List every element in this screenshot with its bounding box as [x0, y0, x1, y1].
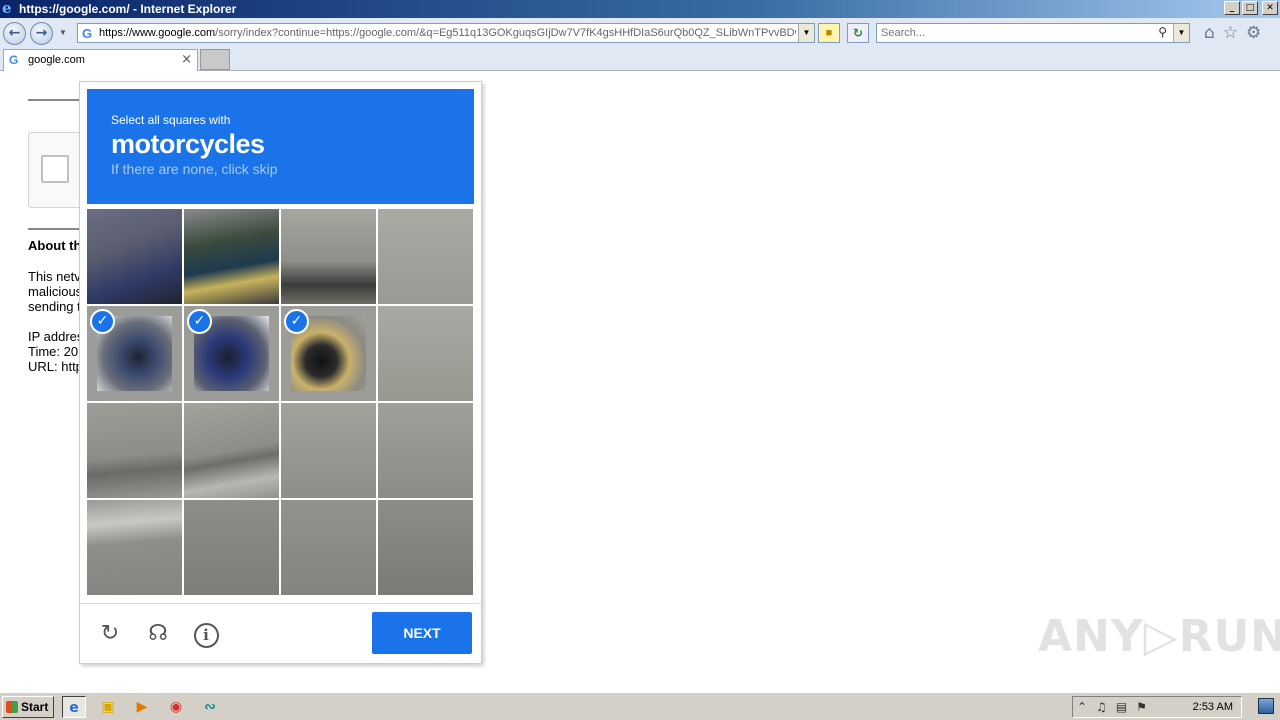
- compatibility-refresh-icon[interactable]: ↻: [847, 23, 869, 43]
- image-tile[interactable]: [378, 306, 473, 401]
- image-tile[interactable]: [378, 500, 473, 595]
- security-lock-icon[interactable]: ■: [818, 23, 840, 43]
- windows-logo-icon: [6, 701, 18, 713]
- home-icon[interactable]: ⌂: [1204, 25, 1215, 42]
- target-object-label: motorcycles: [111, 129, 265, 159]
- tile-image: [378, 306, 473, 401]
- about-heading: About th: [28, 238, 82, 253]
- edge-icon[interactable]: ∾: [198, 696, 222, 718]
- checkmark-icon: ✓: [90, 309, 115, 334]
- search-input[interactable]: [881, 26, 1151, 40]
- gear-icon[interactable]: ⚙: [1246, 25, 1261, 42]
- image-tile[interactable]: [87, 500, 182, 595]
- google-favicon-icon: G: [82, 26, 93, 41]
- tile-image: [378, 500, 473, 595]
- image-tile[interactable]: [184, 500, 279, 595]
- search-box[interactable]: ⚲ ▼: [876, 23, 1190, 43]
- tile-image: [378, 403, 473, 498]
- new-tab-button[interactable]: [200, 49, 230, 70]
- image-tile[interactable]: ✓: [87, 306, 182, 401]
- about-text: This netv malicious sending t: [28, 269, 83, 314]
- image-tile[interactable]: [281, 209, 376, 304]
- search-icon[interactable]: ⚲: [1158, 25, 1167, 39]
- image-tile[interactable]: [281, 403, 376, 498]
- image-tile[interactable]: [184, 403, 279, 498]
- search-dropdown-icon[interactable]: ▼: [1173, 24, 1189, 42]
- tray-icons[interactable]: ⌃♫▤⚑: [1077, 700, 1156, 714]
- media-player-icon[interactable]: ▶: [130, 696, 154, 718]
- google-favicon-icon: G: [9, 53, 19, 67]
- minimize-button[interactable]: _: [1224, 1, 1240, 15]
- image-tile[interactable]: [184, 209, 279, 304]
- recaptcha-checkbox[interactable]: [41, 155, 69, 183]
- tile-image: [184, 500, 279, 595]
- tile-image: [378, 209, 473, 304]
- tab-label: google.com: [28, 54, 85, 66]
- tab-google[interactable]: G google.com ×: [3, 49, 198, 71]
- challenge-header: Select all squares with motorcycles If t…: [87, 89, 474, 204]
- checkmark-icon: ✓: [284, 309, 309, 334]
- history-dropdown-icon[interactable]: ▼: [59, 28, 67, 37]
- start-button[interactable]: Start: [2, 696, 54, 718]
- image-tile[interactable]: ✓: [184, 306, 279, 401]
- request-info: IP addres Time: 20 URL: http: [28, 329, 84, 374]
- chrome-icon[interactable]: ◉: [164, 696, 188, 718]
- tile-image: [281, 209, 376, 304]
- taskbar: Start e ▣ ▶ ◉ ∾ ⌃♫▤⚑ 2:53 AM: [0, 692, 1280, 720]
- close-window-button[interactable]: ✕: [1262, 1, 1278, 15]
- window-controls: _ □ ✕: [1224, 1, 1278, 15]
- captcha-challenge-dialog: Select all squares with motorcycles If t…: [79, 81, 482, 664]
- toolbar-icons: ⌂ ☆ ⚙: [1204, 25, 1261, 42]
- system-tray: ⌃♫▤⚑ 2:53 AM: [1072, 696, 1242, 718]
- checkmark-icon: ✓: [187, 309, 212, 334]
- internet-explorer-icon[interactable]: e: [62, 696, 86, 718]
- address-dropdown-icon[interactable]: ▼: [798, 24, 814, 42]
- favorites-star-icon[interactable]: ☆: [1223, 25, 1238, 42]
- tile-image: [184, 209, 279, 304]
- divider: [28, 228, 80, 230]
- maximize-button[interactable]: □: [1242, 1, 1258, 15]
- address-url[interactable]: https://www.google.com/sorry/index?conti…: [99, 27, 796, 39]
- tile-image: [87, 403, 182, 498]
- image-tile[interactable]: [87, 403, 182, 498]
- title-bar: e https://google.com/ - Internet Explore…: [0, 0, 1280, 18]
- image-tile[interactable]: [378, 209, 473, 304]
- tab-bar: G google.com ×: [0, 48, 1280, 71]
- forward-button[interactable]: →: [30, 22, 53, 45]
- back-button[interactable]: ←: [3, 22, 26, 45]
- image-tile[interactable]: [87, 209, 182, 304]
- divider: [80, 603, 481, 604]
- tile-image: [87, 209, 182, 304]
- tile-image: [87, 500, 182, 595]
- image-grid: ✓ ✓ ✓: [87, 209, 474, 596]
- window-title: https://google.com/ - Internet Explorer: [19, 2, 237, 16]
- image-tile[interactable]: ✓: [281, 306, 376, 401]
- file-explorer-icon[interactable]: ▣: [96, 696, 120, 718]
- next-button[interactable]: NEXT: [372, 612, 472, 654]
- instruction-text: Select all squares with: [111, 113, 231, 127]
- navigation-bar: ← → ▼ G https://www.google.com/sorry/ind…: [0, 18, 1280, 48]
- tile-image: [281, 403, 376, 498]
- reload-icon[interactable]: ↻: [96, 620, 124, 648]
- headphones-icon[interactable]: ☊: [144, 620, 172, 648]
- anyrun-watermark: ANY▷RUN: [1038, 611, 1280, 662]
- show-desktop-icon[interactable]: [1258, 698, 1274, 714]
- close-tab-icon[interactable]: ×: [181, 52, 192, 67]
- tile-image: [184, 403, 279, 498]
- image-tile[interactable]: [378, 403, 473, 498]
- ie-logo-icon: e: [2, 0, 12, 17]
- image-tile[interactable]: [281, 500, 376, 595]
- info-icon[interactable]: i: [192, 620, 220, 648]
- address-bar[interactable]: G https://www.google.com/sorry/index?con…: [77, 23, 815, 43]
- divider: [28, 99, 80, 101]
- skip-hint: If there are none, click skip: [111, 161, 278, 177]
- quick-launch: e ▣ ▶ ◉ ∾: [62, 696, 222, 718]
- tile-image: [281, 500, 376, 595]
- clock: 2:53 AM: [1192, 701, 1233, 713]
